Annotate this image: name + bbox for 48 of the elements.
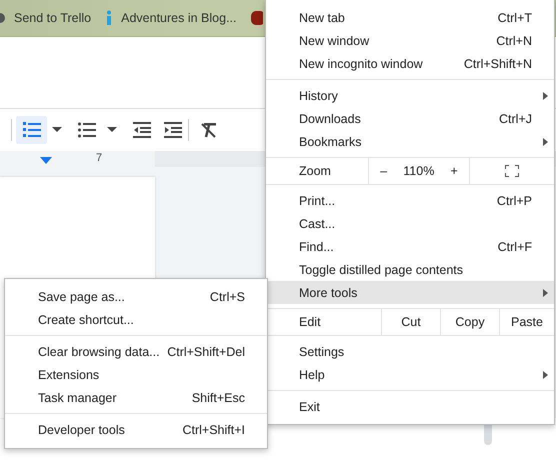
submenu-arrow-icon [543,92,548,100]
edit-action-button[interactable]: Copy [440,309,499,335]
increase-indent-icon [164,122,182,138]
menu-item[interactable]: Exit [266,395,554,418]
menu-item[interactable]: Create shortcut... [5,308,267,331]
numbered-list-button[interactable] [16,116,47,144]
menu-item[interactable]: Save page as... Ctrl+S [5,285,267,308]
menu-item[interactable]: Cast... [266,212,554,235]
menu-item[interactable]: Extensions [5,363,267,386]
fullscreen-icon [505,165,519,177]
zoom-level: 110% [403,164,434,178]
bookmark-icon[interactable] [250,10,262,26]
menu-item[interactable]: History [266,84,554,107]
menu-item[interactable]: Find... Ctrl+F [266,235,554,258]
menu-item[interactable]: Clear browsing data... Ctrl+Shift+Del [5,340,267,363]
menu-item[interactable]: Bookmarks [266,130,554,153]
submenu-arrow-icon [543,138,548,146]
caret-icon [52,127,62,133]
caret-icon [107,127,117,133]
bulleted-list-icon [78,122,96,138]
menu-item[interactable]: Print... Ctrl+P [266,189,554,212]
menu-item[interactable]: New incognito window Ctrl+Shift+N [266,52,554,75]
menu-item[interactable]: Toggle distilled page contents [266,258,554,281]
menu-item[interactable]: Task manager Shift+Esc [5,386,267,409]
edit-action-button[interactable]: Paste [499,309,554,335]
numbered-list-icon [22,121,40,139]
bookmark[interactable]: Send to Trello [0,6,92,30]
menu-item[interactable]: More tools [266,281,554,304]
menu-item[interactable]: Settings [266,340,554,363]
submenu-arrow-icon [543,371,548,379]
ruler-number: 7 [96,152,102,164]
zoom-in-button[interactable]: + [444,160,464,182]
bookmark-icon [0,12,6,24]
edit-label: Edit [298,314,322,331]
menu-item[interactable]: Downloads Ctrl+J [266,107,554,130]
menu-item[interactable]: New tab Ctrl+T [266,6,554,29]
zoom-label: Zoom [298,163,332,180]
menu-item[interactable]: New window Ctrl+N [266,29,554,52]
clear-formatting-icon [200,122,216,138]
edit-action-button[interactable]: Cut [381,309,440,335]
menu-item[interactable]: Developer tools Ctrl+Shift+I [5,418,267,441]
menu-item[interactable]: Help [266,363,554,386]
submenu-arrow-icon [543,289,548,297]
indent-marker-icon[interactable] [40,157,52,165]
bookmark[interactable]: Adventures in Blog... [105,6,236,30]
info-icon [105,10,114,26]
decrease-indent-icon [132,122,150,138]
zoom-out-button[interactable]: – [374,160,394,182]
